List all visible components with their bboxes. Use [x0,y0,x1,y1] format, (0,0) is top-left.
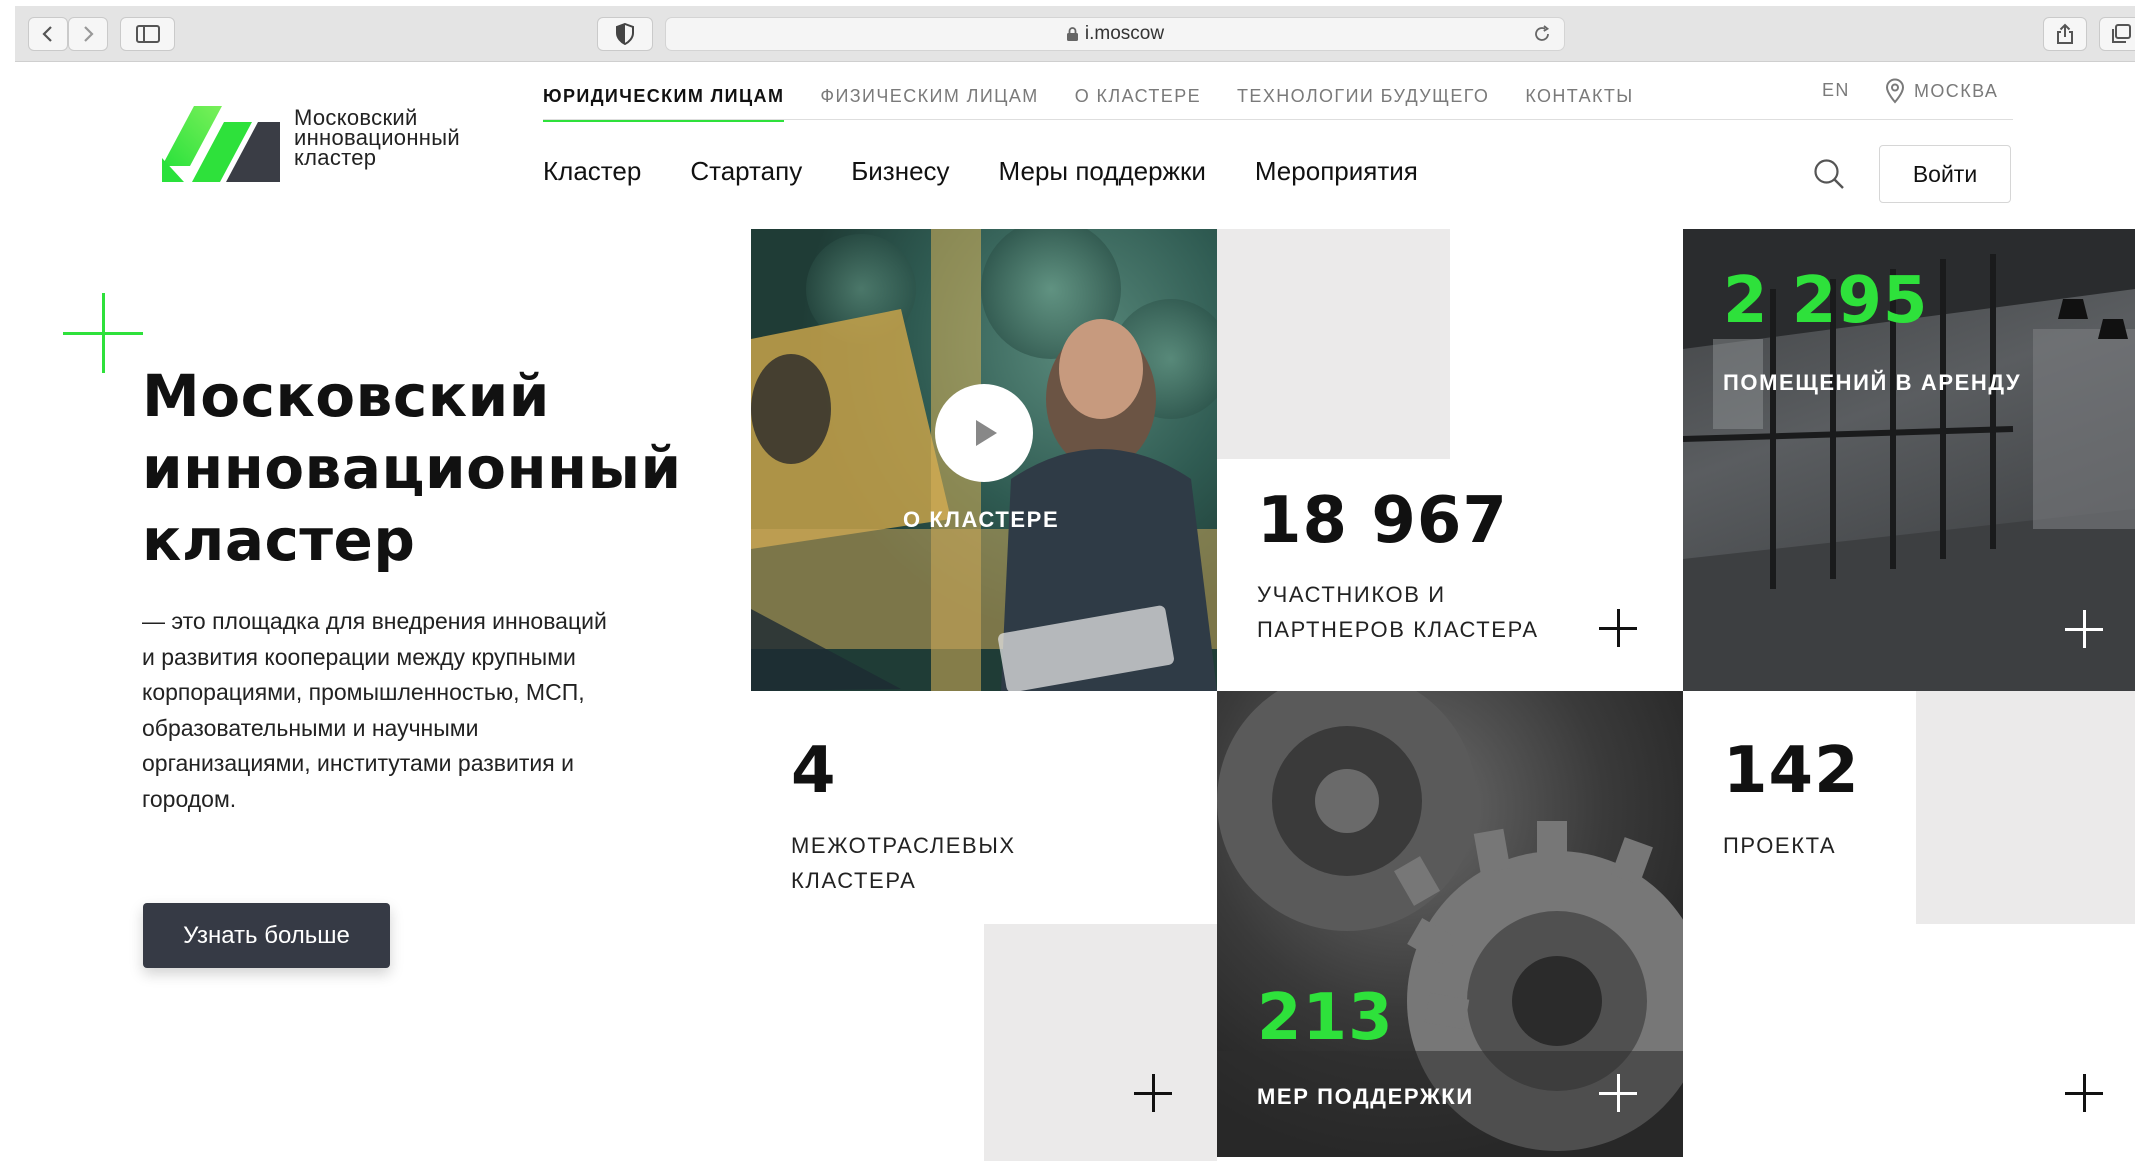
expand-plus-icon[interactable] [2065,1074,2103,1112]
nav-future-tech[interactable]: ТЕХНОЛОГИИ БУДУЩЕГО [1237,86,1489,122]
participants-tile[interactable]: 18 967 УЧАСТНИКОВ И ПАРТНЕРОВ КЛАСТЕРА [1217,459,1683,691]
search-icon[interactable] [1812,157,1846,191]
login-button[interactable]: Войти [1879,145,2011,203]
reload-icon[interactable] [1532,24,1552,44]
city-selector[interactable]: МОСКВА [1884,78,1998,104]
projects-tile[interactable]: 142 ПРОЕКТА [1683,691,1916,923]
expand-plus-icon[interactable] [1599,1074,1637,1112]
learn-more-button[interactable]: Узнать больше [143,903,390,968]
nav-divider [543,119,2013,120]
decorative-grey-block [1217,229,1450,459]
tabs-icon [2112,24,2131,43]
shield-icon [616,23,634,45]
privacy-shield-button[interactable] [597,17,653,51]
clusters-label-line: МЕЖОТРАСЛЕВЫХ [791,833,1016,858]
clusters-count: 4 [791,734,837,808]
rent-label: ПОМЕЩЕНИЙ В АРЕНДУ [1723,370,2022,395]
location-pin-icon [1885,78,1905,104]
audience-tab-individuals[interactable]: ФИЗИЧЕСКИМ ЛИЦАМ [820,86,1038,122]
chevron-right-icon [84,26,94,42]
sidebar-icon [135,25,160,43]
participants-count: 18 967 [1257,484,1508,558]
main-nav-startup[interactable]: Стартапу [690,156,802,187]
browser-toolbar: i.moscow [15,6,2135,62]
expand-plus-icon[interactable] [1134,1074,1172,1112]
expand-plus-icon[interactable] [2065,610,2103,648]
logo-text: Московский инновационный кластер [294,107,460,170]
hero-description: — это площадка для внедрения инноваций и… [142,608,607,812]
participants-label-line: УЧАСТНИКОВ И [1257,582,1446,607]
rent-count: 2 295 [1723,264,1929,338]
video-label: О КЛАСТЕРЕ [903,507,1060,532]
main-nav-cluster[interactable]: Кластер [543,156,641,187]
support-count: 213 [1257,981,1394,1055]
support-tile[interactable]: 213 МЕР ПОДДЕРЖКИ [1217,691,1683,1157]
nav-about-cluster[interactable]: О КЛАСТЕРЕ [1075,86,1201,122]
main-nav: Кластер Стартапу Бизнесу Меры поддержки … [543,156,1467,187]
logo-line: кластер [294,145,377,170]
sidebar-toggle-button[interactable] [120,17,175,51]
participants-label: УЧАСТНИКОВ И ПАРТНЕРОВ КЛАСТЕРА [1257,577,1539,647]
rent-tile[interactable]: 2 295 ПОМЕЩЕНИЙ В АРЕНДУ [1683,229,2135,691]
audience-nav: ЮРИДИЧЕСКИМ ЛИЦАМ ФИЗИЧЕСКИМ ЛИЦАМ О КЛА… [543,86,1670,122]
participants-label-line: ПАРТНЕРОВ КЛАСТЕРА [1257,617,1539,642]
projects-label: ПРОЕКТА [1723,833,1837,858]
hero-title-line: Московский [142,362,550,430]
projects-count: 142 [1723,734,1860,808]
address-bar[interactable]: i.moscow [665,17,1565,51]
main-nav-support[interactable]: Меры поддержки [999,156,1206,187]
share-icon [2057,23,2073,44]
tabs-overview-button[interactable] [2099,17,2135,51]
clusters-label-line: КЛАСТЕРА [791,868,917,893]
expand-plus-icon[interactable] [1599,609,1637,647]
forward-button[interactable] [68,17,108,51]
clusters-label: МЕЖОТРАСЛЕВЫХ КЛАСТЕРА [791,828,1016,898]
hero-title-line: инновационный [142,434,682,502]
video-tile[interactable]: О КЛАСТЕРЕ [751,229,1217,691]
back-button[interactable] [28,17,68,51]
play-icon [976,420,997,446]
hero-title-line: кластер [142,506,416,574]
city-label: МОСКВА [1914,80,1999,101]
decorative-plus-icon [63,293,143,373]
clusters-tile[interactable]: 4 МЕЖОТРАСЛЕВЫХ КЛАСТЕРА [751,691,1217,923]
nav-contacts[interactable]: КОНТАКТЫ [1525,86,1633,122]
lock-icon [1066,27,1078,41]
decorative-grey-block [1916,691,2135,924]
main-nav-business[interactable]: Бизнесу [851,156,949,187]
support-label: МЕР ПОДДЕРЖКИ [1257,1084,1474,1109]
hero-title: Московский инновационный кластер [142,360,682,576]
main-nav-events[interactable]: Мероприятия [1255,156,1418,187]
share-button[interactable] [2043,17,2087,51]
audience-tab-legal[interactable]: ЮРИДИЧЕСКИМ ЛИЦАМ [543,86,785,122]
play-button[interactable] [935,384,1033,482]
decorative-grey-block [984,924,1217,1161]
chevron-left-icon [42,26,52,42]
language-switch[interactable]: EN [1822,80,1850,101]
address-url: i.moscow [1084,23,1165,44]
